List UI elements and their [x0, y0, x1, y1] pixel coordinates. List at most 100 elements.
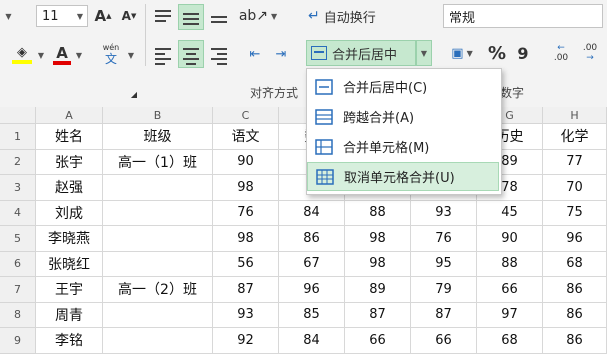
- percent-button[interactable]: %: [486, 40, 508, 66]
- phonetic-dropdown[interactable]: ▼: [126, 44, 136, 66]
- row-header[interactable]: 1: [0, 124, 36, 150]
- table-cell[interactable]: [103, 302, 213, 328]
- table-cell[interactable]: 97: [477, 302, 543, 328]
- grow-font-button[interactable]: A ▲: [92, 5, 114, 27]
- table-cell[interactable]: 79: [411, 277, 477, 303]
- comma-style-button[interactable]: 9: [512, 40, 534, 66]
- table-cell[interactable]: 92: [213, 328, 279, 354]
- table-cell[interactable]: [103, 251, 213, 277]
- table-cell[interactable]: 45: [477, 200, 543, 226]
- table-cell[interactable]: 84: [279, 328, 345, 354]
- table-cell[interactable]: 86: [543, 328, 607, 354]
- table-cell[interactable]: [103, 200, 213, 226]
- table-cell[interactable]: 93: [411, 200, 477, 226]
- table-cell[interactable]: 90: [213, 149, 279, 175]
- table-cell[interactable]: 86: [543, 277, 607, 303]
- row-header[interactable]: 5: [0, 226, 36, 252]
- table-cell[interactable]: 76: [411, 226, 477, 252]
- column-header[interactable]: H: [543, 107, 607, 124]
- accounting-format-button[interactable]: ▣ ▼: [443, 40, 481, 66]
- table-cell[interactable]: 93: [213, 302, 279, 328]
- column-header[interactable]: B: [103, 107, 213, 124]
- table-cell[interactable]: 76: [213, 200, 279, 226]
- row-header[interactable]: 2: [0, 149, 36, 175]
- column-header[interactable]: A: [36, 107, 103, 124]
- table-cell[interactable]: 87: [345, 302, 411, 328]
- table-cell[interactable]: 66: [411, 328, 477, 354]
- font-name-dropdown-arrow[interactable]: ▼: [0, 6, 14, 26]
- table-cell[interactable]: 刘成: [36, 200, 103, 226]
- table-cell[interactable]: 张宇: [36, 149, 103, 175]
- merge-center-dropdown[interactable]: ▼: [416, 40, 432, 66]
- table-cell[interactable]: 化学: [543, 124, 607, 150]
- table-cell[interactable]: 86: [543, 302, 607, 328]
- column-header[interactable]: C: [213, 107, 279, 124]
- table-cell[interactable]: 96: [279, 277, 345, 303]
- align-left-button[interactable]: [152, 42, 174, 66]
- table-cell[interactable]: 96: [543, 226, 607, 252]
- font-color-button[interactable]: A: [50, 42, 74, 68]
- table-cell[interactable]: 王宇: [36, 277, 103, 303]
- row-header[interactable]: 9: [0, 328, 36, 354]
- table-cell[interactable]: 班级: [103, 124, 213, 150]
- table-cell[interactable]: 赵强: [36, 175, 103, 201]
- table-cell[interactable]: 高一（2）班: [103, 277, 213, 303]
- increase-indent-button[interactable]: ⇥: [270, 42, 292, 66]
- menu-item-unmerge-cells[interactable]: 取消单元格合并(U): [307, 162, 499, 191]
- orientation-button[interactable]: ab↗ ▼: [239, 4, 277, 28]
- table-cell[interactable]: 张晓红: [36, 251, 103, 277]
- table-cell[interactable]: 68: [477, 328, 543, 354]
- row-header[interactable]: 4: [0, 200, 36, 226]
- table-cell[interactable]: 88: [345, 200, 411, 226]
- phonetic-button[interactable]: wén 文: [96, 40, 126, 68]
- table-cell[interactable]: 姓名: [36, 124, 103, 150]
- table-cell[interactable]: 李晓燕: [36, 226, 103, 252]
- table-cell[interactable]: 95: [411, 251, 477, 277]
- row-header[interactable]: 6: [0, 251, 36, 277]
- menu-item-merge-cells[interactable]: 合并单元格(M): [307, 132, 499, 161]
- table-cell[interactable]: 56: [213, 251, 279, 277]
- table-cell[interactable]: 67: [279, 251, 345, 277]
- align-bottom-button[interactable]: [208, 4, 230, 30]
- table-cell[interactable]: 周青: [36, 302, 103, 328]
- table-cell[interactable]: 66: [345, 328, 411, 354]
- table-cell[interactable]: 85: [279, 302, 345, 328]
- table-cell[interactable]: 68: [543, 251, 607, 277]
- table-cell[interactable]: [103, 328, 213, 354]
- shrink-font-button[interactable]: A ▼: [118, 5, 140, 27]
- fill-color-dropdown[interactable]: ▼: [36, 44, 46, 66]
- increase-decimal-button[interactable]: ← .00: [548, 40, 574, 66]
- decrease-indent-button[interactable]: ⇤: [244, 42, 266, 66]
- table-cell[interactable]: 84: [279, 200, 345, 226]
- table-cell[interactable]: 87: [213, 277, 279, 303]
- align-right-button[interactable]: [208, 42, 230, 66]
- table-cell[interactable]: 77: [543, 149, 607, 175]
- table-cell[interactable]: 语文: [213, 124, 279, 150]
- table-cell[interactable]: 86: [279, 226, 345, 252]
- table-cell[interactable]: 98: [345, 226, 411, 252]
- fill-color-button[interactable]: ◈: [6, 42, 38, 68]
- number-format-combo[interactable]: 常规: [443, 4, 603, 28]
- font-color-dropdown[interactable]: ▼: [74, 44, 84, 66]
- table-cell[interactable]: 89: [345, 277, 411, 303]
- table-cell[interactable]: 98: [213, 226, 279, 252]
- wrap-text-button[interactable]: ↵ 自动换行: [308, 4, 398, 28]
- align-middle-button[interactable]: [178, 4, 204, 30]
- menu-item-merge-across[interactable]: 跨越合并(A): [307, 102, 499, 131]
- menu-item-merge-center[interactable]: 合并后居中(C): [307, 72, 499, 101]
- row-header[interactable]: 3: [0, 175, 36, 201]
- table-cell[interactable]: 75: [543, 200, 607, 226]
- row-header[interactable]: 8: [0, 302, 36, 328]
- font-dialog-launcher[interactable]: ◢: [128, 88, 140, 100]
- table-cell[interactable]: 98: [345, 251, 411, 277]
- merge-center-button[interactable]: 合并后居中: [306, 40, 416, 66]
- table-cell[interactable]: 66: [477, 277, 543, 303]
- table-cell[interactable]: 88: [477, 251, 543, 277]
- table-cell[interactable]: 98: [213, 175, 279, 201]
- table-cell[interactable]: 李铭: [36, 328, 103, 354]
- table-cell[interactable]: 90: [477, 226, 543, 252]
- table-cell[interactable]: 70: [543, 175, 607, 201]
- select-all-corner[interactable]: [0, 107, 36, 124]
- font-size-combo[interactable]: 11 ▼: [36, 5, 88, 27]
- table-cell[interactable]: [103, 175, 213, 201]
